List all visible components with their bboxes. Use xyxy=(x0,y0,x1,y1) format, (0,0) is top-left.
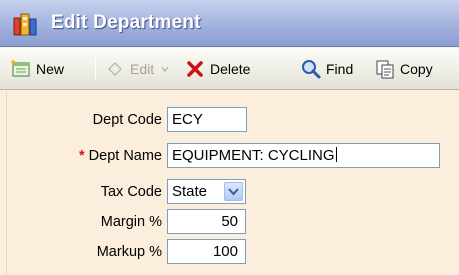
edit-label: Edit xyxy=(130,61,155,77)
dept-name-value: EQUIPMENT: CYCLING xyxy=(172,147,335,164)
department-form: Dept Code ECY * Dept Name EQUIPMENT: CYCL… xyxy=(0,91,459,275)
edit-button[interactable]: Edit xyxy=(104,56,170,82)
new-button[interactable]: New xyxy=(10,56,64,82)
dept-name-field[interactable]: EQUIPMENT: CYCLING xyxy=(167,143,440,168)
toolbar: New Edit Delete Find Copy xyxy=(0,48,459,90)
toolbar-separator xyxy=(95,58,96,81)
dept-name-label-row: * Dept Name xyxy=(40,148,162,164)
text-cursor xyxy=(335,147,337,162)
title-bar: Edit Department xyxy=(0,0,459,47)
delete-button[interactable]: Delete xyxy=(184,56,250,82)
tax-code-dropdown-button[interactable] xyxy=(224,182,243,201)
find-button[interactable]: Find xyxy=(300,56,353,82)
margin-field[interactable]: 50 xyxy=(167,209,246,234)
new-label: New xyxy=(36,61,65,77)
delete-x-icon xyxy=(187,61,203,77)
magnifier-icon xyxy=(302,60,321,79)
chevron-down-icon xyxy=(161,66,169,73)
dept-code-field[interactable]: ECY xyxy=(167,107,247,132)
department-icon xyxy=(13,13,37,36)
new-document-icon xyxy=(10,59,30,77)
find-label: Find xyxy=(326,61,354,77)
margin-label: Margin % xyxy=(100,214,162,230)
markup-label: Markup % xyxy=(96,244,162,260)
tax-code-select[interactable]: State xyxy=(167,179,246,204)
chevron-down-icon xyxy=(228,188,239,196)
delete-label: Delete xyxy=(210,61,251,77)
copy-label: Copy xyxy=(400,61,433,77)
edit-department-window: Edit Department New Edit Delete Find Cop… xyxy=(0,0,459,275)
edit-icon xyxy=(108,62,122,76)
markup-field[interactable]: 100 xyxy=(167,239,246,264)
tax-code-label: Tax Code xyxy=(100,184,162,200)
form-divider xyxy=(6,91,7,275)
copy-button[interactable]: Copy xyxy=(374,56,433,82)
copy-icon xyxy=(376,60,394,79)
required-marker: * xyxy=(79,148,85,164)
window-title: Edit Department xyxy=(51,12,201,33)
tax-code-value: State xyxy=(172,183,208,200)
dept-code-label: Dept Code xyxy=(92,112,162,128)
dept-name-label: Dept Name xyxy=(88,148,162,164)
